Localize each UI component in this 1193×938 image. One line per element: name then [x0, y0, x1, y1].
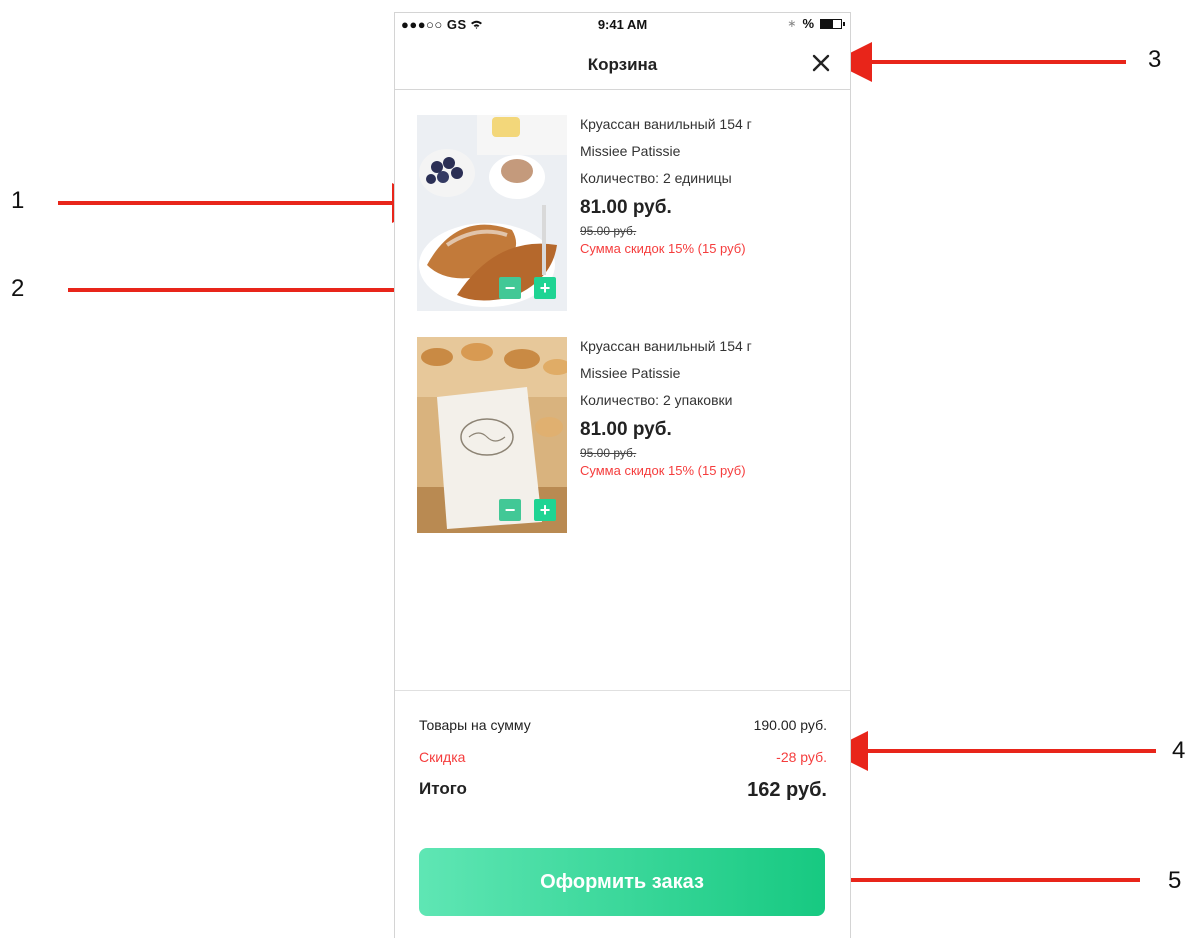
close-button[interactable]	[810, 52, 832, 74]
callout-5: 5	[1168, 867, 1182, 894]
item-info: Круассан ванильный 154 г Missiee Patissi…	[580, 115, 830, 256]
item-quantity: Количество: 2 упаковки	[580, 392, 733, 408]
status-bar: ●●●○○ GS 9:41 AM ∗ %	[395, 13, 850, 35]
item-quantity: Количество: 2 единицы	[580, 170, 732, 186]
callout-4: 4	[1172, 737, 1186, 764]
item-brand: Missiee Patissie	[580, 143, 681, 159]
callout-2: 2	[11, 275, 25, 302]
item-old-price: 95.00 руб.	[580, 224, 637, 238]
summary-total-row: Итого 162 руб.	[419, 779, 827, 801]
item-info: Круассан ванильный 154 г Missiee Patissi…	[580, 337, 830, 478]
goods-value: 190.00 руб.	[753, 717, 827, 733]
goods-label: Товары на сумму	[419, 717, 531, 733]
callout-3: 3	[1148, 46, 1162, 73]
discount-label: Скидка	[419, 749, 466, 765]
item-old-price: 95.00 руб.	[580, 446, 637, 460]
item-name: Круассан ванильный 154 г	[580, 116, 752, 132]
total-value: 162 руб.	[747, 779, 827, 801]
nav-bar: Корзина	[395, 41, 850, 90]
checkout-button[interactable]: Оформить заказ	[419, 848, 825, 916]
close-icon	[812, 54, 830, 72]
phone-screen: ●●●○○ GS 9:41 AM ∗ % Корзина − + Круасса…	[394, 12, 851, 938]
bluetooth-icon: ∗	[787, 18, 797, 30]
page-title: Корзина	[587, 55, 658, 74]
summary-discount-row: Скидка -28 руб.	[419, 749, 827, 765]
battery-percent: %	[802, 16, 814, 31]
item-discount: Сумма скидок 15% (15 руб)	[580, 463, 746, 478]
summary-divider	[395, 690, 850, 691]
item-discount: Сумма скидок 15% (15 руб)	[580, 241, 746, 256]
discount-value: -28 руб.	[776, 749, 827, 765]
item-price: 81.00 руб.	[580, 419, 672, 440]
cart-item: − + Круассан ванильный 154 г Missiee Pat…	[417, 337, 837, 533]
item-name: Круассан ванильный 154 г	[580, 338, 752, 354]
increase-quantity-button[interactable]: +	[534, 277, 556, 299]
decrease-quantity-button[interactable]: −	[499, 277, 521, 299]
status-time: 9:41 AM	[597, 17, 648, 32]
increase-quantity-button[interactable]: +	[534, 499, 556, 521]
summary-goods-row: Товары на сумму 190.00 руб.	[419, 717, 827, 733]
callout-1: 1	[11, 187, 25, 214]
decrease-quantity-button[interactable]: −	[499, 499, 521, 521]
total-label: Итого	[419, 779, 467, 798]
status-right: ∗ %	[787, 16, 845, 31]
cart-item: − + Круассан ванильный 154 г Missiee Pat…	[417, 115, 837, 311]
battery-icon	[820, 18, 845, 29]
item-brand: Missiee Patissie	[580, 365, 681, 381]
item-price: 81.00 руб.	[580, 197, 672, 218]
